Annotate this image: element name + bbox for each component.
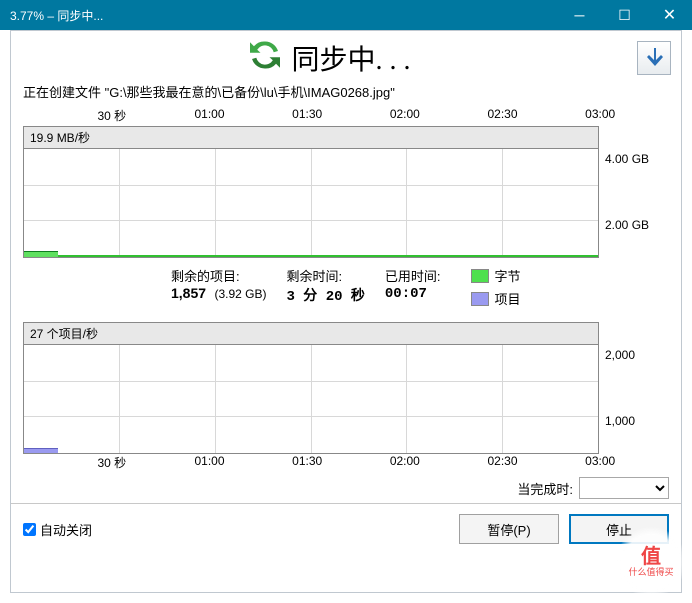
status-text: 正在创建文件 "G:\那些我最在意的\已备份\lu\手机\IMAG0268.jp… xyxy=(11,80,681,103)
titlebar[interactable]: 3.77% – 同步中... ─ ☐ ✕ xyxy=(0,0,692,30)
maximize-button[interactable]: ☐ xyxy=(602,0,647,30)
completion-row: 当完成时: xyxy=(11,473,681,503)
completion-label: 当完成时: xyxy=(517,479,573,498)
minimize-button[interactable]: ─ xyxy=(557,0,602,30)
stats-row: 剩余的项目: 1,857 (3.92 GB) 剩余时间: 3 分 20 秒 已用… xyxy=(171,266,681,308)
bytes-plot-area xyxy=(24,149,598,257)
items-rate-label: 27 个项目/秒 xyxy=(24,323,598,345)
dialog-body: 同步中. . . 正在创建文件 "G:\那些我最在意的\已备份\lu\手机\IM… xyxy=(10,30,682,593)
remaining-time: 剩余时间: 3 分 20 秒 xyxy=(286,266,364,305)
auto-close-checkbox[interactable]: 自动关闭 xyxy=(23,520,92,539)
items-plot-area xyxy=(24,345,598,453)
close-button[interactable]: ✕ xyxy=(647,0,692,30)
bytes-chart: 30 秒01:0001:3002:0002:3003:00 19.9 MB/秒 … xyxy=(23,107,669,258)
stop-button[interactable]: 停止 xyxy=(569,514,669,544)
x-axis-bottom: 30 秒01:0001:3002:0002:3003:00 xyxy=(23,454,669,473)
elapsed-time: 已用时间: 00:07 xyxy=(385,266,441,302)
pause-button[interactable]: 暂停(P) xyxy=(459,514,559,544)
remaining-items: 剩余的项目: 1,857 (3.92 GB) xyxy=(171,266,266,303)
legend: 字节 项目 xyxy=(471,266,521,308)
dropdown-arrow-button[interactable] xyxy=(637,41,671,75)
window-controls: ─ ☐ ✕ xyxy=(557,0,692,30)
bottom-bar: 自动关闭 暂停(P) 停止 xyxy=(11,503,681,554)
items-y-axis: 2,0001,000 xyxy=(599,322,669,454)
items-chart: 27 个项目/秒 2,0001,000 30 秒01:0001:3002:000… xyxy=(23,322,669,473)
x-axis-top: 30 秒01:0001:3002:0002:3003:00 xyxy=(23,107,669,126)
sync-icon xyxy=(247,37,283,78)
auto-close-input[interactable] xyxy=(23,523,36,536)
window-title: 3.77% – 同步中... xyxy=(10,7,557,24)
bytes-rate-label: 19.9 MB/秒 xyxy=(24,127,598,149)
page-title: 同步中. . . xyxy=(291,38,410,78)
completion-select[interactable] xyxy=(579,477,669,499)
bytes-y-axis: 4.00 GB2.00 GB xyxy=(599,126,669,258)
